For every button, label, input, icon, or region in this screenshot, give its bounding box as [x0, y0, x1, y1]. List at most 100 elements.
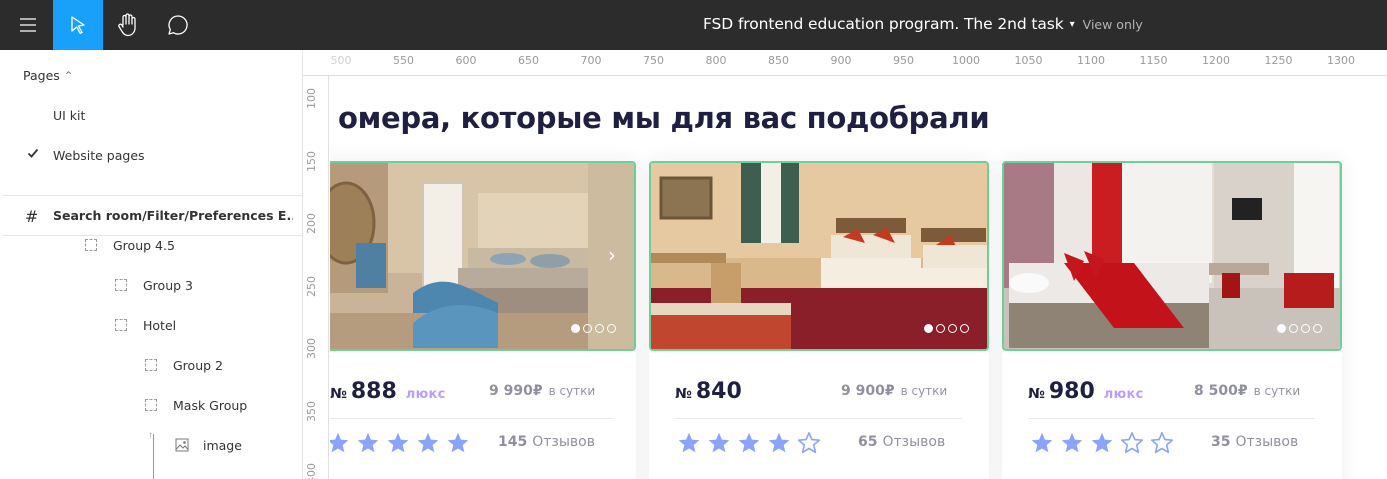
carousel-dot[interactable]	[1289, 324, 1298, 333]
price-period: в сутки	[548, 384, 596, 398]
layer-name: Group 2	[173, 357, 223, 373]
carousel-dot[interactable]	[948, 324, 957, 333]
room-price: 8 500₽ в сутки	[1194, 383, 1300, 399]
layer-row[interactable]: Hotel	[115, 315, 176, 335]
star-filled-icon	[1061, 432, 1083, 453]
layer-row[interactable]: Group 4.5	[85, 235, 175, 255]
star-empty-icon	[1120, 432, 1144, 454]
mask-line	[153, 434, 154, 479]
room-photo[interactable]	[649, 161, 989, 351]
horizontal-ruler: 500 550 600 650 700 750 800 850 900 950 1000 1050 11…	[303, 50, 1387, 76]
price-period: в сутки	[900, 384, 948, 398]
ruler-tick: 300	[305, 338, 318, 359]
room-badge: люкс	[405, 387, 446, 402]
ruler-tick: 900	[830, 54, 852, 67]
star-empty-icon	[1150, 432, 1174, 454]
ruler-tick: 250	[305, 275, 318, 297]
room-image	[651, 163, 987, 349]
ruler-tick: 1200	[1202, 54, 1230, 67]
ruler-tick: 1250	[1264, 54, 1293, 67]
rating-stars	[330, 431, 470, 455]
carousel-dot[interactable]	[1277, 324, 1286, 333]
reviews-label: Отзывов	[1235, 434, 1299, 450]
carousel-dot[interactable]	[607, 324, 616, 333]
group-icon	[115, 319, 127, 331]
room-number-value: 840	[695, 379, 742, 404]
page-item-website-pages[interactable]: Website pages	[53, 148, 145, 163]
ruler-tick: 500	[330, 54, 352, 67]
carousel-dot[interactable]	[1313, 324, 1322, 333]
layer-row[interactable]: Group 2	[145, 355, 223, 375]
design-canvas[interactable]: омера, которые мы для вас подобрали › № …	[330, 77, 1387, 479]
room-price: 9 990₽ в сутки	[489, 383, 595, 399]
pages-header[interactable]: Pages ^	[23, 68, 72, 83]
carousel-dot[interactable]	[936, 324, 945, 333]
menu-button[interactable]	[3, 0, 53, 50]
frame-layer-row[interactable]: # Search room/Filter/Preferences E...	[3, 196, 303, 236]
room-price: 9 900₽ в сутки	[841, 383, 947, 399]
hand-tool-button[interactable]	[103, 0, 153, 50]
number-sign: №	[675, 386, 692, 402]
room-card[interactable]: › № 888 люкс 9 990₽ в сутки 145 Отзывов	[330, 161, 636, 479]
ruler-tick: 850	[768, 54, 789, 67]
pages-label: Pages	[23, 68, 60, 83]
ruler-tick: 1300	[1327, 54, 1355, 67]
layer-row[interactable]: Mask Group	[145, 395, 247, 415]
card-divider	[675, 418, 962, 419]
ruler-tick: 750	[643, 54, 664, 67]
card-divider	[330, 418, 613, 419]
star-filled-icon	[768, 432, 790, 453]
carousel-dot[interactable]	[595, 324, 604, 333]
comment-tool-button[interactable]	[153, 0, 203, 50]
room-number: № 980 люкс	[1028, 379, 1144, 404]
ruler-tick: 600	[455, 54, 477, 67]
image-icon	[175, 438, 189, 452]
group-icon	[115, 279, 127, 291]
document-title[interactable]: FSD frontend education program. The 2nd …	[703, 15, 1064, 33]
group-icon	[85, 239, 97, 251]
room-card[interactable]: № 980 люкс 8 500₽ в сутки 35 Отзывов	[1002, 161, 1342, 479]
vertical-ruler: 100 150 200 250 300 350 400	[303, 76, 329, 479]
chevron-up-icon[interactable]: ^	[65, 71, 73, 81]
page-item-ui-kit[interactable]: UI kit	[53, 108, 85, 123]
price-amount: 9 900₽	[841, 383, 895, 399]
number-sign: №	[330, 386, 347, 402]
ruler-tick: 1050	[1014, 54, 1043, 67]
star-filled-icon	[1031, 432, 1053, 453]
carousel-dot[interactable]	[571, 324, 580, 333]
document-title-group[interactable]: FSD frontend education program. The 2nd …	[703, 15, 1143, 33]
room-card[interactable]: № 840 9 900₽ в сутки 65 Отзывов	[649, 161, 989, 479]
reviews-count: 65	[858, 434, 878, 450]
rating-stars	[677, 431, 821, 455]
carousel-dot[interactable]	[960, 324, 969, 333]
layer-name: Group 3	[143, 277, 193, 293]
move-tool-button[interactable]	[53, 0, 103, 50]
star-filled-icon	[1091, 432, 1113, 453]
hand-tool-icon	[118, 13, 136, 37]
room-number: № 840	[675, 379, 751, 404]
reviews: 35 Отзывов	[1211, 434, 1298, 450]
carousel-dot[interactable]	[1301, 324, 1310, 333]
ruler-tick: 950	[893, 54, 914, 67]
reviews-count: 145	[498, 434, 528, 450]
move-tool-icon	[71, 16, 85, 34]
chevron-down-icon[interactable]: ▾	[1070, 19, 1075, 30]
room-photo[interactable]: ›	[330, 161, 636, 351]
carousel-dot[interactable]	[924, 324, 933, 333]
price-period: в сутки	[1253, 384, 1301, 398]
frame-layer-name: Search room/Filter/Preferences E...	[53, 208, 293, 223]
group-icon	[145, 399, 157, 411]
carousel-dots	[571, 324, 616, 333]
room-image	[1004, 163, 1340, 349]
layer-row[interactable]: image	[175, 435, 242, 455]
number-sign: №	[1028, 386, 1045, 402]
layer-row[interactable]: Group 3	[115, 275, 193, 295]
ruler-tick: 100	[305, 88, 318, 109]
carousel-dot[interactable]	[583, 324, 592, 333]
ruler-tick: 200	[305, 213, 318, 234]
chevron-right-icon[interactable]: ›	[608, 243, 616, 267]
star-empty-icon	[797, 432, 821, 454]
room-image	[330, 163, 634, 349]
ruler-tick: 1000	[952, 54, 980, 67]
room-photo[interactable]	[1002, 161, 1342, 351]
